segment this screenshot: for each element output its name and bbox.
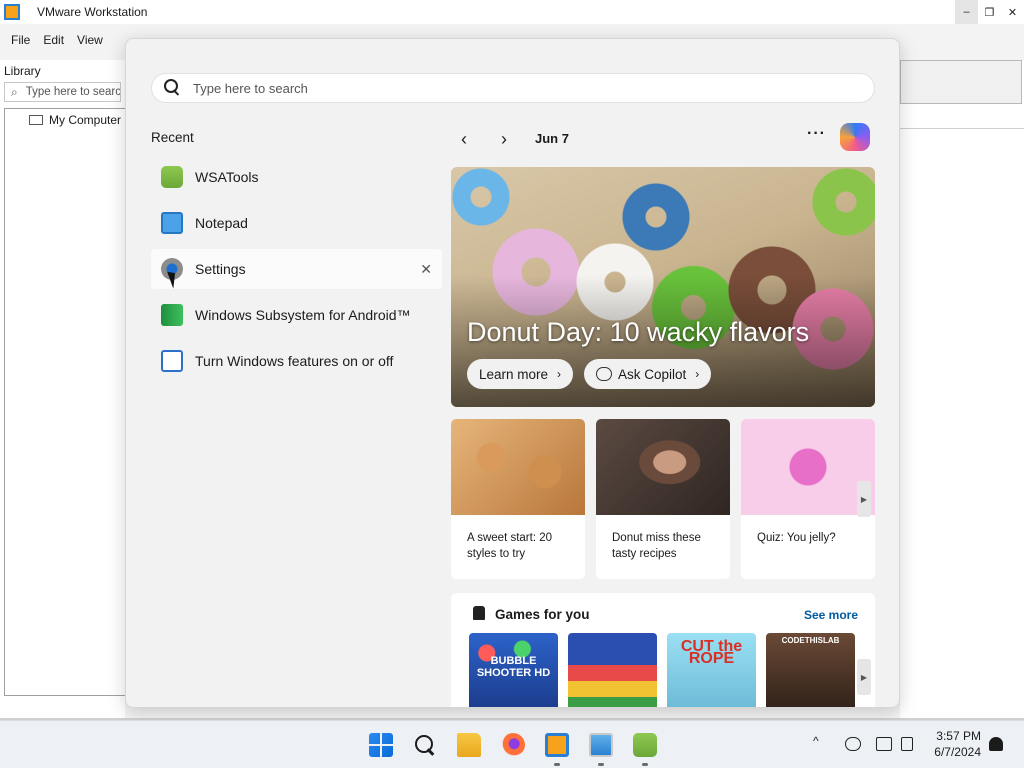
story-image: [741, 419, 875, 515]
story-card[interactable]: Quiz: You jelly?: [741, 419, 875, 579]
tray-chevron-button[interactable]: ^: [813, 734, 819, 748]
minimize-button[interactable]: –: [955, 0, 978, 24]
games-title: Games for you: [495, 607, 590, 622]
remove-recent-button[interactable]: ✕: [420, 261, 432, 278]
story-image: [596, 419, 730, 515]
recent-item-settings[interactable]: Settings ✕: [151, 249, 442, 289]
virtual-machine-icon[interactable]: [589, 733, 613, 757]
computer-icon: [29, 115, 43, 125]
search-icon: [164, 79, 182, 97]
prev-arrow-button[interactable]: ‹: [461, 129, 467, 150]
running-indicator: [642, 763, 648, 766]
wsa-icon: [161, 304, 183, 326]
recent-item-wsa[interactable]: Windows Subsystem for Android™: [151, 295, 442, 335]
wsatools-icon: [161, 166, 183, 188]
widgets-date: Jun 7: [535, 131, 569, 146]
game-tile[interactable]: CODETHISLAB: [766, 633, 855, 707]
divider: [900, 128, 1024, 129]
scroll-right-button[interactable]: ▶: [857, 481, 871, 517]
chess-piece-icon: [473, 606, 485, 620]
menu-view[interactable]: View: [77, 33, 103, 47]
library-panel: Library ⌕ Type here to search My Compute…: [0, 60, 129, 720]
start-menu: Recent WSATools Notepad Settings ✕ Windo…: [125, 38, 900, 708]
story-card[interactable]: Donut miss these tasty recipes: [596, 419, 730, 579]
tree-item-my-computer[interactable]: My Computer: [29, 113, 129, 127]
running-indicator: [554, 763, 560, 766]
tree-item-label: My Computer: [49, 113, 122, 127]
recent-item-wsatools[interactable]: WSATools: [151, 157, 442, 197]
game-tile[interactable]: BUBBLE SHOOTER HD: [469, 633, 558, 707]
network-icon[interactable]: [845, 737, 861, 751]
chevron-right-icon: ›: [695, 367, 700, 381]
story-title: Quiz: You jelly?: [757, 532, 836, 544]
game-tile[interactable]: CUT the ROPE: [667, 633, 756, 707]
recent-item-label: Turn Windows features on or off: [195, 353, 394, 369]
game-caption: CODETHISLAB: [781, 636, 840, 645]
firefox-icon[interactable]: [501, 733, 525, 757]
library-search-placeholder: Type here to search: [25, 86, 121, 98]
taskbar: [0, 720, 1024, 768]
windows-features-icon: [161, 350, 183, 372]
window-title: VMware Workstation: [37, 5, 148, 19]
copilot-icon[interactable]: [840, 123, 870, 151]
more-options-button[interactable]: ···: [807, 125, 826, 143]
file-explorer-icon[interactable]: [457, 733, 481, 757]
recent-item-windows-features[interactable]: Turn Windows features on or off: [151, 341, 442, 381]
see-more-link[interactable]: See more: [804, 608, 858, 622]
game-caption: CUT the ROPE: [680, 638, 743, 667]
menu-file[interactable]: File: [11, 33, 30, 47]
start-button[interactable]: [369, 733, 393, 757]
ask-copilot-button[interactable]: Ask Copilot ›: [584, 359, 712, 389]
game-tile[interactable]: [568, 633, 657, 707]
scroll-right-button[interactable]: ▶: [857, 659, 871, 695]
vmware-tab-strip: [900, 60, 1022, 104]
learn-more-label: Learn more: [479, 366, 549, 382]
chevron-right-icon: ›: [557, 367, 562, 381]
library-search-input[interactable]: ⌕ Type here to search: [4, 82, 121, 102]
recent-item-label: Windows Subsystem for Android™: [195, 307, 411, 323]
vmware-titlebar: VMware Workstation – ❐ ✕: [0, 0, 1024, 24]
story-image: [451, 419, 585, 515]
recent-heading: Recent: [151, 130, 194, 145]
ask-copilot-label: Ask Copilot: [618, 366, 687, 382]
hero-title[interactable]: Donut Day: 10 wacky flavors: [467, 317, 809, 348]
notification-bell-icon[interactable]: [989, 737, 1003, 751]
recent-item-label: Notepad: [195, 215, 248, 231]
clock-time[interactable]: 3:57 PM: [936, 729, 981, 743]
recent-item-label: WSATools: [195, 169, 259, 185]
library-title: Library: [4, 64, 41, 78]
display-icon[interactable]: [876, 737, 892, 751]
vmware-menubar: File Edit View: [0, 28, 105, 52]
maximize-button[interactable]: ❐: [978, 0, 1001, 24]
recent-list: WSATools Notepad Settings ✕ Windows Subs…: [151, 157, 442, 387]
start-search-box[interactable]: [151, 73, 875, 103]
close-button[interactable]: ✕: [1001, 0, 1024, 24]
vmware-content-area: [900, 60, 1024, 720]
recent-item-label: Settings: [195, 261, 246, 277]
learn-more-button[interactable]: Learn more ›: [467, 359, 574, 389]
vmware-logo-icon: [4, 4, 20, 20]
search-input[interactable]: [193, 80, 793, 96]
story-title: Donut miss these tasty recipes: [612, 532, 701, 560]
window-controls: – ❐ ✕: [955, 0, 1024, 24]
vmware-icon[interactable]: [545, 733, 569, 757]
story-title: A sweet start: 20 styles to try: [467, 532, 553, 560]
search-icon: ⌕: [11, 84, 18, 99]
recent-item-notepad[interactable]: Notepad: [151, 203, 442, 243]
chat-bubble-icon: [596, 367, 612, 381]
games-card: Games for you See more BUBBLE SHOOTER HD…: [451, 593, 875, 707]
notepad-icon: [161, 212, 183, 234]
taskbar-search-button[interactable]: [413, 733, 437, 757]
game-caption: BUBBLE SHOOTER HD: [476, 655, 551, 679]
wsatools-icon[interactable]: [633, 733, 657, 757]
running-indicator: [598, 763, 604, 766]
hero-card[interactable]: Donut Day: 10 wacky flavors Learn more ›…: [451, 167, 875, 407]
next-arrow-button[interactable]: ›: [501, 129, 507, 150]
clock-date[interactable]: 6/7/2024: [934, 745, 981, 759]
library-tree: My Computer: [4, 108, 129, 696]
menu-edit[interactable]: Edit: [43, 33, 64, 47]
volume-icon[interactable]: [901, 737, 913, 751]
story-card[interactable]: A sweet start: 20 styles to try: [451, 419, 585, 579]
